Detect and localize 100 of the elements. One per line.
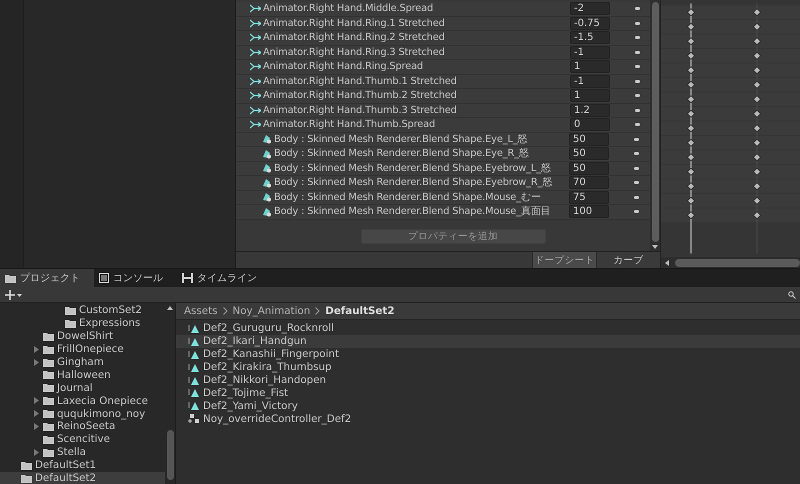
property-row[interactable]: Body : Skinned Mesh Renderer.Blend Shape.Eye_L_怒 50 (236, 132, 650, 147)
breadcrumb-link[interactable]: DefaultSet2 (325, 305, 394, 317)
value-field[interactable]: -0.75 (570, 16, 610, 30)
folder-tree-item[interactable]: Expressions (0, 316, 165, 330)
asset-item[interactable]: Def2_Kanashii_Fingerpoint (176, 348, 800, 361)
property-row[interactable]: Animator.Right Hand.Thumb.1 Stretched -1 (236, 74, 650, 89)
folder-tree-item[interactable]: ququkimono_noy (0, 407, 165, 420)
horizontal-scrollbar[interactable] (661, 257, 800, 268)
value-field[interactable]: 1.2 (570, 104, 610, 117)
folder-tree-item[interactable]: Laxecia Onepiece (0, 394, 165, 408)
asset-name: Def2_Kirakira_Thumbsup (203, 361, 332, 374)
asset-item[interactable]: Def2_Tojime_Fist (176, 386, 800, 400)
curve-icon (250, 48, 261, 57)
animation-clip-icon (188, 350, 200, 359)
search-icon[interactable] (788, 290, 796, 298)
folder-tree-item[interactable]: DefaultSet2 (0, 472, 165, 484)
curve-icon (250, 106, 261, 115)
mesh-icon (262, 178, 272, 188)
asset-name: Def2_Yami_Victory (203, 400, 298, 412)
asset-name: Def2_Nikkori_Handopen (203, 374, 326, 386)
value-field[interactable]: 1 (570, 60, 610, 74)
folder-tree-item[interactable]: Stella (0, 446, 165, 459)
asset-item[interactable]: Noy_overrideController_Def2 (176, 412, 800, 426)
value-field[interactable]: 50 (569, 132, 609, 146)
asset-item[interactable]: Def2_Guruguru_Rocknroll (176, 322, 800, 335)
asset-item[interactable]: Def2_Nikkori_Handopen (176, 374, 800, 386)
panel-tab[interactable]: コンソール (94, 269, 177, 287)
vertical-scrollbar[interactable] (650, 0, 660, 251)
vertical-scrollbar[interactable] (165, 303, 175, 484)
value-field[interactable]: 50 (569, 147, 609, 160)
property-row[interactable]: Body : Skinned Mesh Renderer.Blend Shape.Eye_R_怒 50 (236, 147, 650, 162)
property-row[interactable]: Animator.Right Hand.Thumb.3 Stretched 1.2 (236, 104, 650, 118)
value-field[interactable]: 70 (569, 176, 609, 190)
property-name: Body : Skinned Mesh Renderer.Blend Shape.Eye_L_怒 (273, 132, 528, 146)
folder-tree-item[interactable]: Scencitive (0, 432, 165, 446)
property-row[interactable]: Animator.Right Hand.Thumb.2 Stretched 1 (236, 89, 650, 104)
chevron-icon (222, 307, 228, 315)
view-tab[interactable]: ドープシート (532, 252, 596, 268)
collapsed-arrow-icon[interactable] (34, 397, 40, 404)
value-field[interactable]: -2 (570, 2, 610, 16)
property-row[interactable]: Body : Skinned Mesh Renderer.Blend Shape.Mouse_真面目 100 (236, 205, 650, 220)
property-row[interactable]: Animator.Right Hand.Thumb.Spread 0 (236, 118, 650, 132)
property-row[interactable]: Animator.Right Hand.Ring.1 Stretched -0.75 (236, 16, 650, 31)
value-field[interactable]: 75 (569, 190, 609, 204)
folder-icon (21, 474, 32, 483)
property-name: Animator.Right Hand.Ring.2 Stretched (262, 32, 446, 44)
value-field[interactable]: -1 (570, 74, 610, 88)
folder-tree-item[interactable]: Journal (0, 381, 165, 394)
folder-icon (43, 358, 54, 366)
property-row[interactable]: Animator.Right Hand.Ring.Spread 1 (236, 60, 650, 74)
folder-icon (43, 383, 54, 392)
animation-clip-icon (188, 362, 200, 372)
collapsed-arrow-icon[interactable] (34, 358, 40, 366)
value-field[interactable]: 100 (569, 205, 609, 218)
panel-tab[interactable]: プロジェクト (0, 269, 94, 287)
folder-icon (43, 422, 54, 431)
value-field[interactable]: 1 (570, 89, 610, 102)
property-name: Body : Skinned Mesh Renderer.Blend Shape.Mouse_むー (273, 190, 542, 204)
property-row[interactable]: Body : Skinned Mesh Renderer.Blend Shape.Eyebrow_L_怒 50 (236, 162, 650, 176)
animation-clip-icon (188, 376, 200, 384)
asset-name: Def2_Tojime_Fist (203, 386, 288, 399)
folder-tree-item[interactable]: CustomSet2 (0, 304, 165, 317)
animation-clip-icon (188, 401, 200, 410)
folder-name: ReinoSeeta (57, 420, 116, 432)
mesh-icon (262, 134, 272, 144)
property-name: Animator.Right Hand.Thumb.2 Stretched (262, 90, 458, 102)
folder-name: Halloween (57, 368, 111, 381)
collapsed-arrow-icon[interactable] (34, 422, 40, 430)
property-row[interactable]: Body : Skinned Mesh Renderer.Blend Shape.Mouse_むー 75 (236, 190, 650, 205)
folder-name: Laxecia Onepiece (57, 394, 148, 407)
folder-tree-item[interactable]: DefaultSet1 (0, 458, 165, 472)
property-row[interactable]: Animator.Right Hand.Ring.2 Stretched -1.5 (236, 31, 650, 46)
collapsed-arrow-icon[interactable] (34, 346, 40, 353)
create-menu-button[interactable] (5, 288, 22, 302)
value-field[interactable]: 50 (569, 162, 609, 175)
property-row[interactable]: Body : Skinned Mesh Renderer.Blend Shape.Eyebrow_R_怒 70 (236, 176, 650, 190)
folder-tree-item[interactable]: Gingham (0, 356, 165, 368)
value-field[interactable]: -1 (570, 46, 610, 59)
folder-name: FrillOnepiece (57, 343, 124, 356)
panel-tab[interactable]: タイムライン (177, 269, 271, 287)
value-field[interactable]: -1.5 (570, 31, 610, 44)
curve-icon (250, 76, 261, 86)
asset-item[interactable]: Def2_Ikari_Handgun (176, 334, 800, 348)
folder-name: Gingham (57, 356, 104, 368)
folder-icon (65, 306, 76, 315)
value-field[interactable]: 0 (570, 118, 610, 132)
folder-tree-item[interactable]: ReinoSeeta (0, 420, 165, 433)
folder-tree-item[interactable]: Halloween (0, 368, 165, 382)
collapsed-arrow-icon[interactable] (34, 410, 40, 418)
asset-item[interactable]: Def2_Kirakira_Thumbsup (176, 360, 800, 374)
collapsed-arrow-icon[interactable] (34, 448, 40, 456)
folder-tree-item[interactable]: FrillOnepiece (0, 342, 165, 356)
property-row[interactable]: Animator.Right Hand.Middle.Spread -2 (236, 2, 650, 16)
folder-tree-item[interactable]: DowelShirt (0, 330, 165, 343)
breadcrumb-link[interactable]: Noy_Animation (232, 305, 310, 317)
asset-name: Def2_Ikari_Handgun (203, 335, 307, 348)
breadcrumb-link[interactable]: Assets (184, 305, 218, 317)
asset-item[interactable]: Def2_Yami_Victory (176, 399, 800, 412)
property-row[interactable]: Animator.Right Hand.Ring.3 Stretched -1 (236, 46, 650, 60)
folder-name: Scencitive (57, 433, 110, 446)
